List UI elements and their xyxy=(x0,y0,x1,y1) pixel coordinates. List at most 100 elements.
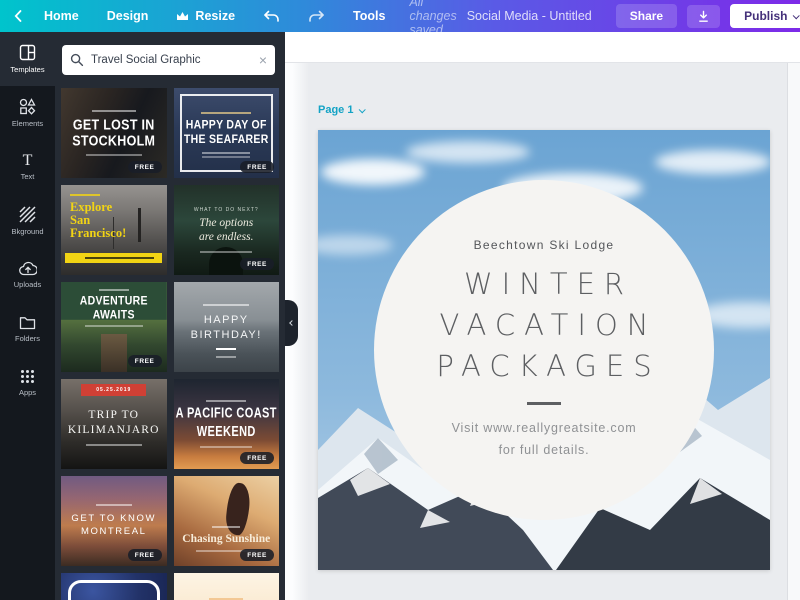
templates-panel: × GET LOST IN STOCKHOLMFREEHAPPY DAY OF … xyxy=(55,32,285,600)
free-badge: FREE xyxy=(128,161,162,173)
page-label-text: Page 1 xyxy=(318,104,353,116)
menu-design[interactable]: Design xyxy=(93,9,163,23)
download-button[interactable] xyxy=(687,5,720,28)
menu-resize[interactable]: Resize xyxy=(162,9,249,23)
design-title-line[interactable]: VACATION xyxy=(431,305,658,346)
sidebar-item-elements[interactable]: Elements xyxy=(0,86,55,140)
thumb-text xyxy=(61,573,167,600)
design-details-text[interactable]: Visit www.reallygreatsite.com xyxy=(452,418,637,440)
panel-collapse-handle[interactable] xyxy=(285,300,298,346)
undo-button[interactable] xyxy=(249,10,294,23)
thumb-title: A PACIFIC COAST WEEKEND xyxy=(176,405,277,442)
download-icon xyxy=(697,10,710,23)
undo-icon xyxy=(263,10,280,23)
sidebar-item-folders[interactable]: Folders xyxy=(0,302,55,356)
background-icon xyxy=(19,206,36,223)
free-badge: FREE xyxy=(240,452,274,464)
thumb-title: HAPPY BIRTHDAY! xyxy=(191,313,262,343)
design-title-line[interactable]: PACKAGES xyxy=(427,346,660,387)
design-circle-frame[interactable]: Beechtown Ski Lodge WINTER VACATION PACK… xyxy=(374,180,714,520)
canvas-scrollbar[interactable] xyxy=(787,63,800,600)
canvas-area: Page 1 xyxy=(285,32,800,600)
sidebar-rail: Templates Elements T Text Bkground Uploa… xyxy=(0,32,55,600)
thumb-title: GET TO KNOW MONTREAL xyxy=(71,512,156,539)
menu-tools-label: Tools xyxy=(353,9,385,23)
redo-button[interactable] xyxy=(294,10,339,23)
thumb-title: HAPPY DAY OF THE SEAFARER xyxy=(184,119,269,147)
elements-icon xyxy=(19,98,36,115)
template-thumb[interactable]: WHAT TO DO NEXT?The options are endless.… xyxy=(174,185,280,275)
design-details-text[interactable]: for full details. xyxy=(499,440,590,462)
sidebar-item-apps[interactable]: Apps xyxy=(0,356,55,410)
design-page[interactable]: Beechtown Ski Lodge WINTER VACATION PACK… xyxy=(318,130,770,570)
sidebar-item-background[interactable]: Bkground xyxy=(0,194,55,248)
menu-tools[interactable]: Tools xyxy=(339,9,399,23)
menu-resize-label: Resize xyxy=(195,9,235,23)
template-thumb[interactable]: HAPPY DAY OF THE SEAFARER FREE xyxy=(174,88,280,178)
sidebar-item-label: Bkground xyxy=(11,227,43,236)
menu-home[interactable]: Home xyxy=(30,9,93,23)
share-label: Share xyxy=(630,9,663,23)
template-thumb[interactable]: Explore San Francisco! xyxy=(61,185,167,275)
sidebar-item-label: Templates xyxy=(10,65,44,74)
publish-button[interactable]: Publish xyxy=(730,4,800,28)
template-thumb[interactable]: A PACIFIC COAST WEEKEND FREE xyxy=(174,379,280,469)
app-window: Home Design Resize Tools All changes sav… xyxy=(0,0,800,600)
menu-design-label: Design xyxy=(107,9,149,23)
publish-label: Publish xyxy=(744,9,787,23)
sidebar-item-label: Text xyxy=(21,172,35,181)
templates-icon xyxy=(19,44,36,61)
template-thumb[interactable]: GET TO KNOW MONTREAL FREE xyxy=(61,476,167,566)
thumb-title: Explore San Francisco! xyxy=(70,201,126,239)
thumb-text: TRIP TO KILIMANJARO xyxy=(61,379,167,469)
chevron-down-icon xyxy=(793,12,800,19)
redo-icon xyxy=(308,10,325,23)
text-icon: T xyxy=(23,154,33,168)
search-input[interactable] xyxy=(91,54,252,66)
thumb-text xyxy=(174,573,280,600)
thumb-title: GET LOST IN STOCKHOLM xyxy=(72,116,155,149)
free-badge: FREE xyxy=(240,161,274,173)
sidebar-item-label: Elements xyxy=(12,119,43,128)
template-thumb[interactable]: HAPPY BIRTHDAY! xyxy=(174,282,280,372)
document-title[interactable]: Social Media - Untitled xyxy=(467,9,592,23)
template-thumb[interactable]: Chasing Sunshine FREE xyxy=(174,476,280,566)
template-thumb[interactable] xyxy=(61,573,167,600)
share-button[interactable]: Share xyxy=(616,4,677,28)
thumb-title: TRIP TO KILIMANJARO xyxy=(68,408,160,438)
search-icon xyxy=(70,53,84,67)
template-thumb[interactable]: ADVENTURE AWAITS FREE xyxy=(61,282,167,372)
save-status: All changes saved xyxy=(399,0,466,37)
upload-cloud-icon xyxy=(19,261,37,276)
sidebar-item-label: Folders xyxy=(15,334,40,343)
top-bar: Home Design Resize Tools All changes sav… xyxy=(0,0,800,32)
chevron-down-icon xyxy=(359,106,366,113)
apps-grid-icon xyxy=(20,369,35,384)
free-badge: FREE xyxy=(240,549,274,561)
template-thumb[interactable]: GET LOST IN STOCKHOLM FREE xyxy=(61,88,167,178)
clear-search-icon[interactable]: × xyxy=(259,53,267,67)
design-title-line[interactable]: WINTER xyxy=(455,264,633,305)
thumb-title: Chasing Sunshine xyxy=(182,533,270,545)
template-grid: GET LOST IN STOCKHOLMFREEHAPPY DAY OF TH… xyxy=(61,88,279,600)
thumb-title: ADVENTURE AWAITS xyxy=(61,294,167,322)
thumb-text: HAPPY BIRTHDAY! xyxy=(174,282,280,372)
template-thumb[interactable] xyxy=(174,573,280,600)
thumb-text: Explore San Francisco! xyxy=(61,185,167,275)
back-button[interactable] xyxy=(0,10,30,22)
folder-icon xyxy=(19,316,36,330)
chevron-left-icon xyxy=(14,10,22,22)
free-badge: FREE xyxy=(128,355,162,367)
chevron-left-icon xyxy=(289,320,295,326)
sidebar-item-label: Uploads xyxy=(14,280,42,289)
template-thumb[interactable]: 05.25.2019TRIP TO KILIMANJARO xyxy=(61,379,167,469)
sidebar-item-templates[interactable]: Templates xyxy=(0,32,55,86)
thumb-subtitle: WHAT TO DO NEXT? xyxy=(194,207,259,213)
search-box: × xyxy=(62,45,275,75)
free-badge: FREE xyxy=(128,549,162,561)
design-brand-text[interactable]: Beechtown Ski Lodge xyxy=(474,238,615,252)
page-selector[interactable]: Page 1 xyxy=(318,104,364,116)
sidebar-item-label: Apps xyxy=(19,388,36,397)
sidebar-item-text[interactable]: T Text xyxy=(0,140,55,194)
sidebar-item-uploads[interactable]: Uploads xyxy=(0,248,55,302)
